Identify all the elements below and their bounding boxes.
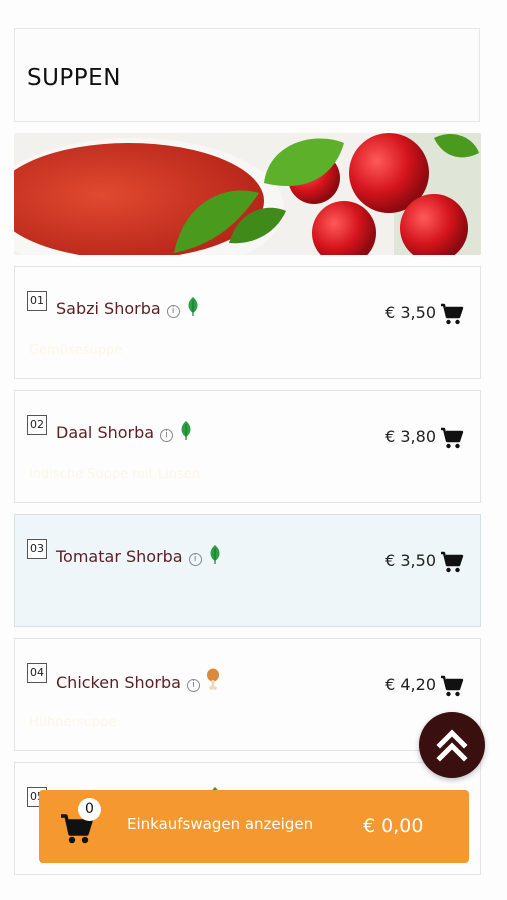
double-chevron-up-icon [436,729,468,762]
item-description: Indische Suppe mit Linsen [29,467,200,482]
menu-item-selected[interactable]: 03 Tomatar Shorba i € 3,50 [14,514,481,627]
item-name: Daal Shorba [56,423,155,442]
section-header: SUPPEN [14,28,480,122]
item-number: 03 [27,539,47,559]
item-number: 01 [27,291,47,311]
item-price: € 3,80 [385,427,436,446]
item-name: Sabzi Shorba [56,299,161,318]
section-title: SUPPEN [27,65,121,91]
item-name: Chicken Shorba [56,673,181,692]
cart-label: Einkaufswagen anzeigen [127,815,314,833]
view-cart-button[interactable]: 0 Einkaufswagen anzeigen € 0,00 [39,790,469,863]
veg-leaf-icon [186,296,200,320]
info-icon[interactable]: i [166,305,180,318]
menu-item[interactable]: 04 Chicken Shorba i Hühnersuppe € 4,20 [14,638,481,751]
info-icon[interactable]: i [160,429,174,442]
cart-total: € 0,00 [363,815,424,837]
add-to-cart-icon[interactable] [440,427,464,449]
item-name-row: Sabzi Shorba i [56,296,200,320]
menu-item[interactable]: 02 Daal Shorba i Indische Suppe mit Linse… [14,390,481,503]
info-icon[interactable]: i [188,553,202,566]
scroll-to-top-button[interactable] [419,712,485,778]
chicken-leg-icon [206,668,220,694]
info-icon[interactable]: i [186,679,200,692]
item-price: € 4,20 [385,675,436,694]
item-name-row: Tomatar Shorba i [56,544,222,568]
banner-image-tomato-soup [14,133,481,255]
item-number: 04 [27,663,47,683]
item-name: Tomatar Shorba [56,547,183,566]
item-price: € 3,50 [385,551,436,570]
cart-count-badge: 0 [78,798,101,821]
item-name-row: Daal Shorba i [56,420,193,444]
item-price: € 3,50 [385,303,436,322]
add-to-cart-icon[interactable] [440,551,464,573]
menu-item[interactable]: 01 Sabzi Shorba i Gemüsesuppe € 3,50 [14,266,481,379]
item-number: 02 [27,415,47,435]
add-to-cart-icon[interactable] [440,303,464,325]
item-description: Gemüsesuppe [29,343,123,358]
veg-leaf-icon [179,420,193,444]
add-to-cart-icon[interactable] [440,675,464,697]
item-name-row: Chicken Shorba i [56,668,220,694]
veg-leaf-icon [208,544,222,568]
item-description: Hühnersuppe [29,715,117,730]
